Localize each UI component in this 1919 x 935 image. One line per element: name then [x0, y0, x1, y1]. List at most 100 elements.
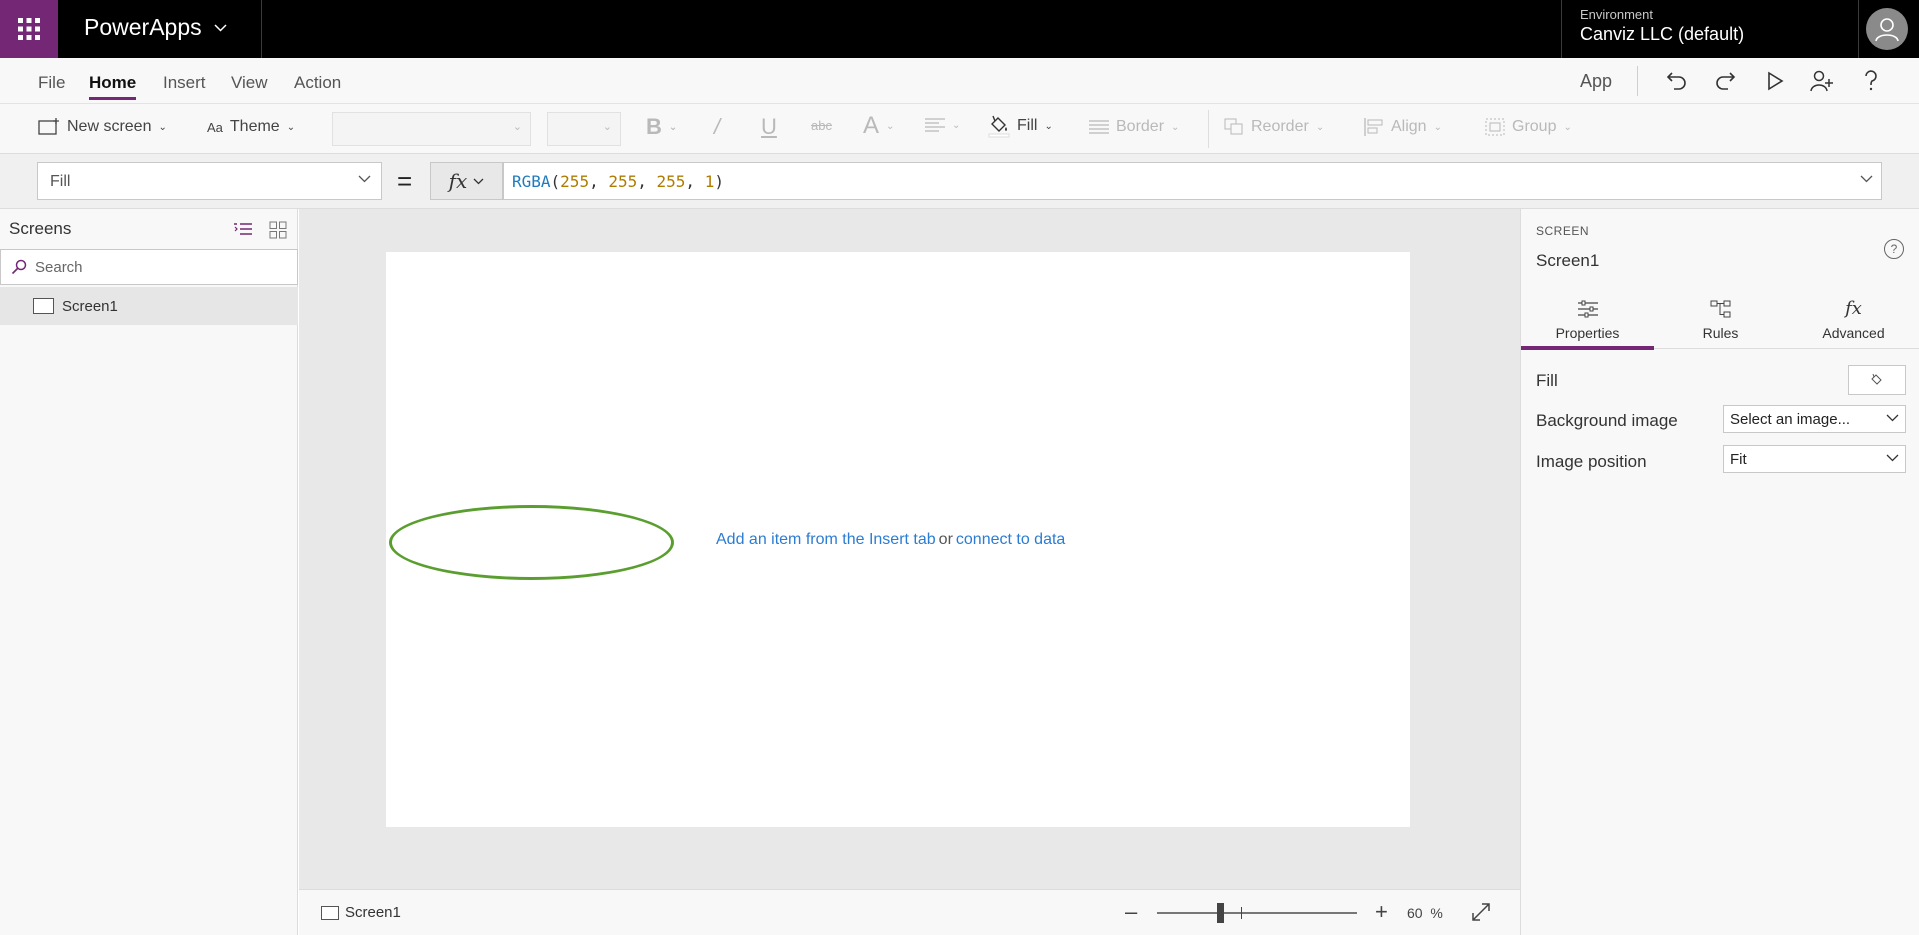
current-screen-indicator[interactable]: Screen1	[321, 904, 401, 921]
redo-icon[interactable]	[1711, 67, 1739, 95]
new-screen-icon	[38, 118, 59, 135]
hint-or-text: or	[938, 531, 953, 548]
reorder-button[interactable]: Reorder ⌄	[1224, 118, 1324, 136]
bold-icon[interactable]: B ⌄	[646, 114, 677, 140]
chevron-down-icon: ⌄	[602, 121, 612, 133]
screens-search-input[interactable]: Search	[0, 249, 298, 285]
property-select[interactable]: Fill	[37, 162, 382, 200]
formula-bar: Fill = fx RGBA(255, 255, 255, 1)	[0, 154, 1919, 209]
chevron-down-icon: ⌄	[1563, 121, 1572, 133]
zoom-out-button[interactable]: –	[1125, 899, 1137, 925]
text-align-icon[interactable]: ⌄	[925, 118, 960, 132]
theme-label: Theme	[229, 118, 280, 135]
screen-list-item-label: Screen1	[62, 297, 118, 315]
zoom-slider[interactable]	[1157, 903, 1357, 923]
tab-advanced-label: Advanced	[1822, 325, 1885, 341]
chevron-down-icon: ⌄	[1044, 120, 1053, 132]
formula-punctuation: )	[714, 172, 724, 191]
fit-to-window-icon[interactable]	[1471, 902, 1491, 922]
chevron-down-icon	[1886, 414, 1899, 422]
user-avatar-icon[interactable]	[1866, 8, 1908, 50]
fx-icon: fx	[1845, 298, 1862, 319]
theme-button[interactable]: Aa Theme ⌄	[207, 118, 295, 136]
font-size-select[interactable]: ⌄	[547, 112, 621, 146]
rules-flow-icon	[1710, 300, 1730, 318]
divider	[1858, 0, 1859, 58]
status-bar: Screen1 – + 60 %	[299, 889, 1520, 935]
image-position-select[interactable]: Fit	[1723, 445, 1906, 473]
divider	[1637, 66, 1638, 96]
app-name-menu[interactable]: PowerApps	[84, 14, 227, 41]
image-position-value: Fit	[1730, 451, 1747, 468]
formula-input[interactable]: RGBA(255, 255, 255, 1)	[503, 162, 1882, 200]
share-user-icon[interactable]	[1808, 67, 1836, 95]
app-settings-link[interactable]: App	[1580, 71, 1612, 92]
fill-label: Fill	[1017, 117, 1038, 134]
formula-arg-b: 255	[656, 172, 686, 191]
sliders-icon	[1577, 300, 1598, 318]
font-color-icon[interactable]: A ⌄	[863, 112, 894, 140]
background-image-select[interactable]: Select an image...	[1723, 405, 1906, 433]
new-screen-button[interactable]: New screen ⌄	[38, 118, 167, 136]
properties-pane: SCREEN Screen1 ? Properties Rules fx Adv…	[1520, 209, 1919, 935]
zoom-in-button[interactable]: +	[1375, 899, 1388, 925]
menu-view[interactable]: View	[231, 73, 268, 93]
tab-rules[interactable]: Rules	[1654, 289, 1787, 349]
zoom-slider-thumb[interactable]	[1217, 903, 1224, 923]
list-view-icon[interactable]	[229, 216, 257, 244]
insert-tab-link[interactable]: Add an item from the Insert tab	[716, 531, 936, 548]
tab-properties[interactable]: Properties	[1521, 289, 1654, 350]
zoom-unit: %	[1430, 905, 1443, 921]
tab-properties-label: Properties	[1555, 325, 1620, 341]
help-icon[interactable]: ?	[1884, 239, 1904, 259]
underline-icon[interactable]: U	[761, 114, 777, 140]
background-image-label: Background image	[1536, 411, 1678, 430]
formula-function: RGBA	[512, 172, 551, 191]
menu-action[interactable]: Action	[294, 73, 341, 93]
selected-control-type: SCREEN	[1536, 224, 1590, 238]
formula-arg-g: 255	[608, 172, 638, 191]
divider	[1208, 110, 1209, 148]
help-icon[interactable]	[1857, 67, 1885, 95]
screen-canvas[interactable]: Add an item from the Insert tab or connect…	[386, 252, 1410, 827]
fx-function-button[interactable]: fx	[430, 162, 503, 200]
menu-file[interactable]: File	[38, 73, 65, 93]
formula-arg-a: 1	[704, 172, 715, 191]
zoom-value: 60	[1407, 905, 1423, 921]
chevron-down-icon[interactable]	[1860, 175, 1873, 183]
screens-pane-title: Screens	[9, 219, 72, 238]
environment-picker[interactable]: Environment Canviz LLC (default)	[1580, 7, 1744, 45]
group-button[interactable]: Group ⌄	[1485, 118, 1572, 136]
chevron-down-icon	[358, 175, 371, 183]
screen-list-item[interactable]: Screen1	[0, 287, 298, 325]
fill-button[interactable]: Fill ⌄	[988, 114, 1053, 138]
fill-color-picker[interactable]	[1848, 365, 1906, 395]
formula-punctuation: ,	[589, 172, 609, 191]
grid-view-icon[interactable]	[264, 216, 292, 244]
font-family-select[interactable]: ⌄	[332, 112, 531, 146]
menu-insert[interactable]: Insert	[163, 73, 206, 93]
border-button[interactable]: Border ⌄	[1089, 118, 1179, 136]
background-image-value: Select an image...	[1730, 411, 1851, 428]
connect-data-link[interactable]: connect to data	[956, 531, 1065, 548]
play-preview-icon[interactable]	[1761, 67, 1789, 95]
italic-icon[interactable]: /	[714, 114, 720, 140]
formula-arg-r: 255	[560, 172, 590, 191]
fill-property-label: Fill	[1536, 371, 1558, 390]
screen-icon	[321, 905, 339, 920]
menu-home[interactable]: Home	[89, 73, 137, 100]
align-button[interactable]: Align ⌄	[1364, 118, 1442, 136]
screens-pane: Screens Search Screen1	[0, 209, 298, 935]
chevron-down-icon: ⌄	[1433, 121, 1442, 133]
undo-icon[interactable]	[1663, 67, 1691, 95]
reorder-label: Reorder	[1251, 118, 1309, 135]
ribbon-toolbar: New screen ⌄ Aa Theme ⌄ ⌄ ⌄ B ⌄ / U abc A…	[0, 104, 1919, 154]
app-name: PowerApps	[84, 14, 202, 40]
app-launcher-icon[interactable]	[0, 0, 58, 58]
group-label: Group	[1512, 118, 1557, 135]
fx-icon: fx	[448, 169, 468, 193]
new-screen-label: New screen	[67, 118, 152, 135]
tab-advanced[interactable]: fx Advanced	[1787, 289, 1919, 349]
strikethrough-icon[interactable]: abc	[811, 118, 832, 133]
environment-label: Environment	[1580, 7, 1653, 22]
